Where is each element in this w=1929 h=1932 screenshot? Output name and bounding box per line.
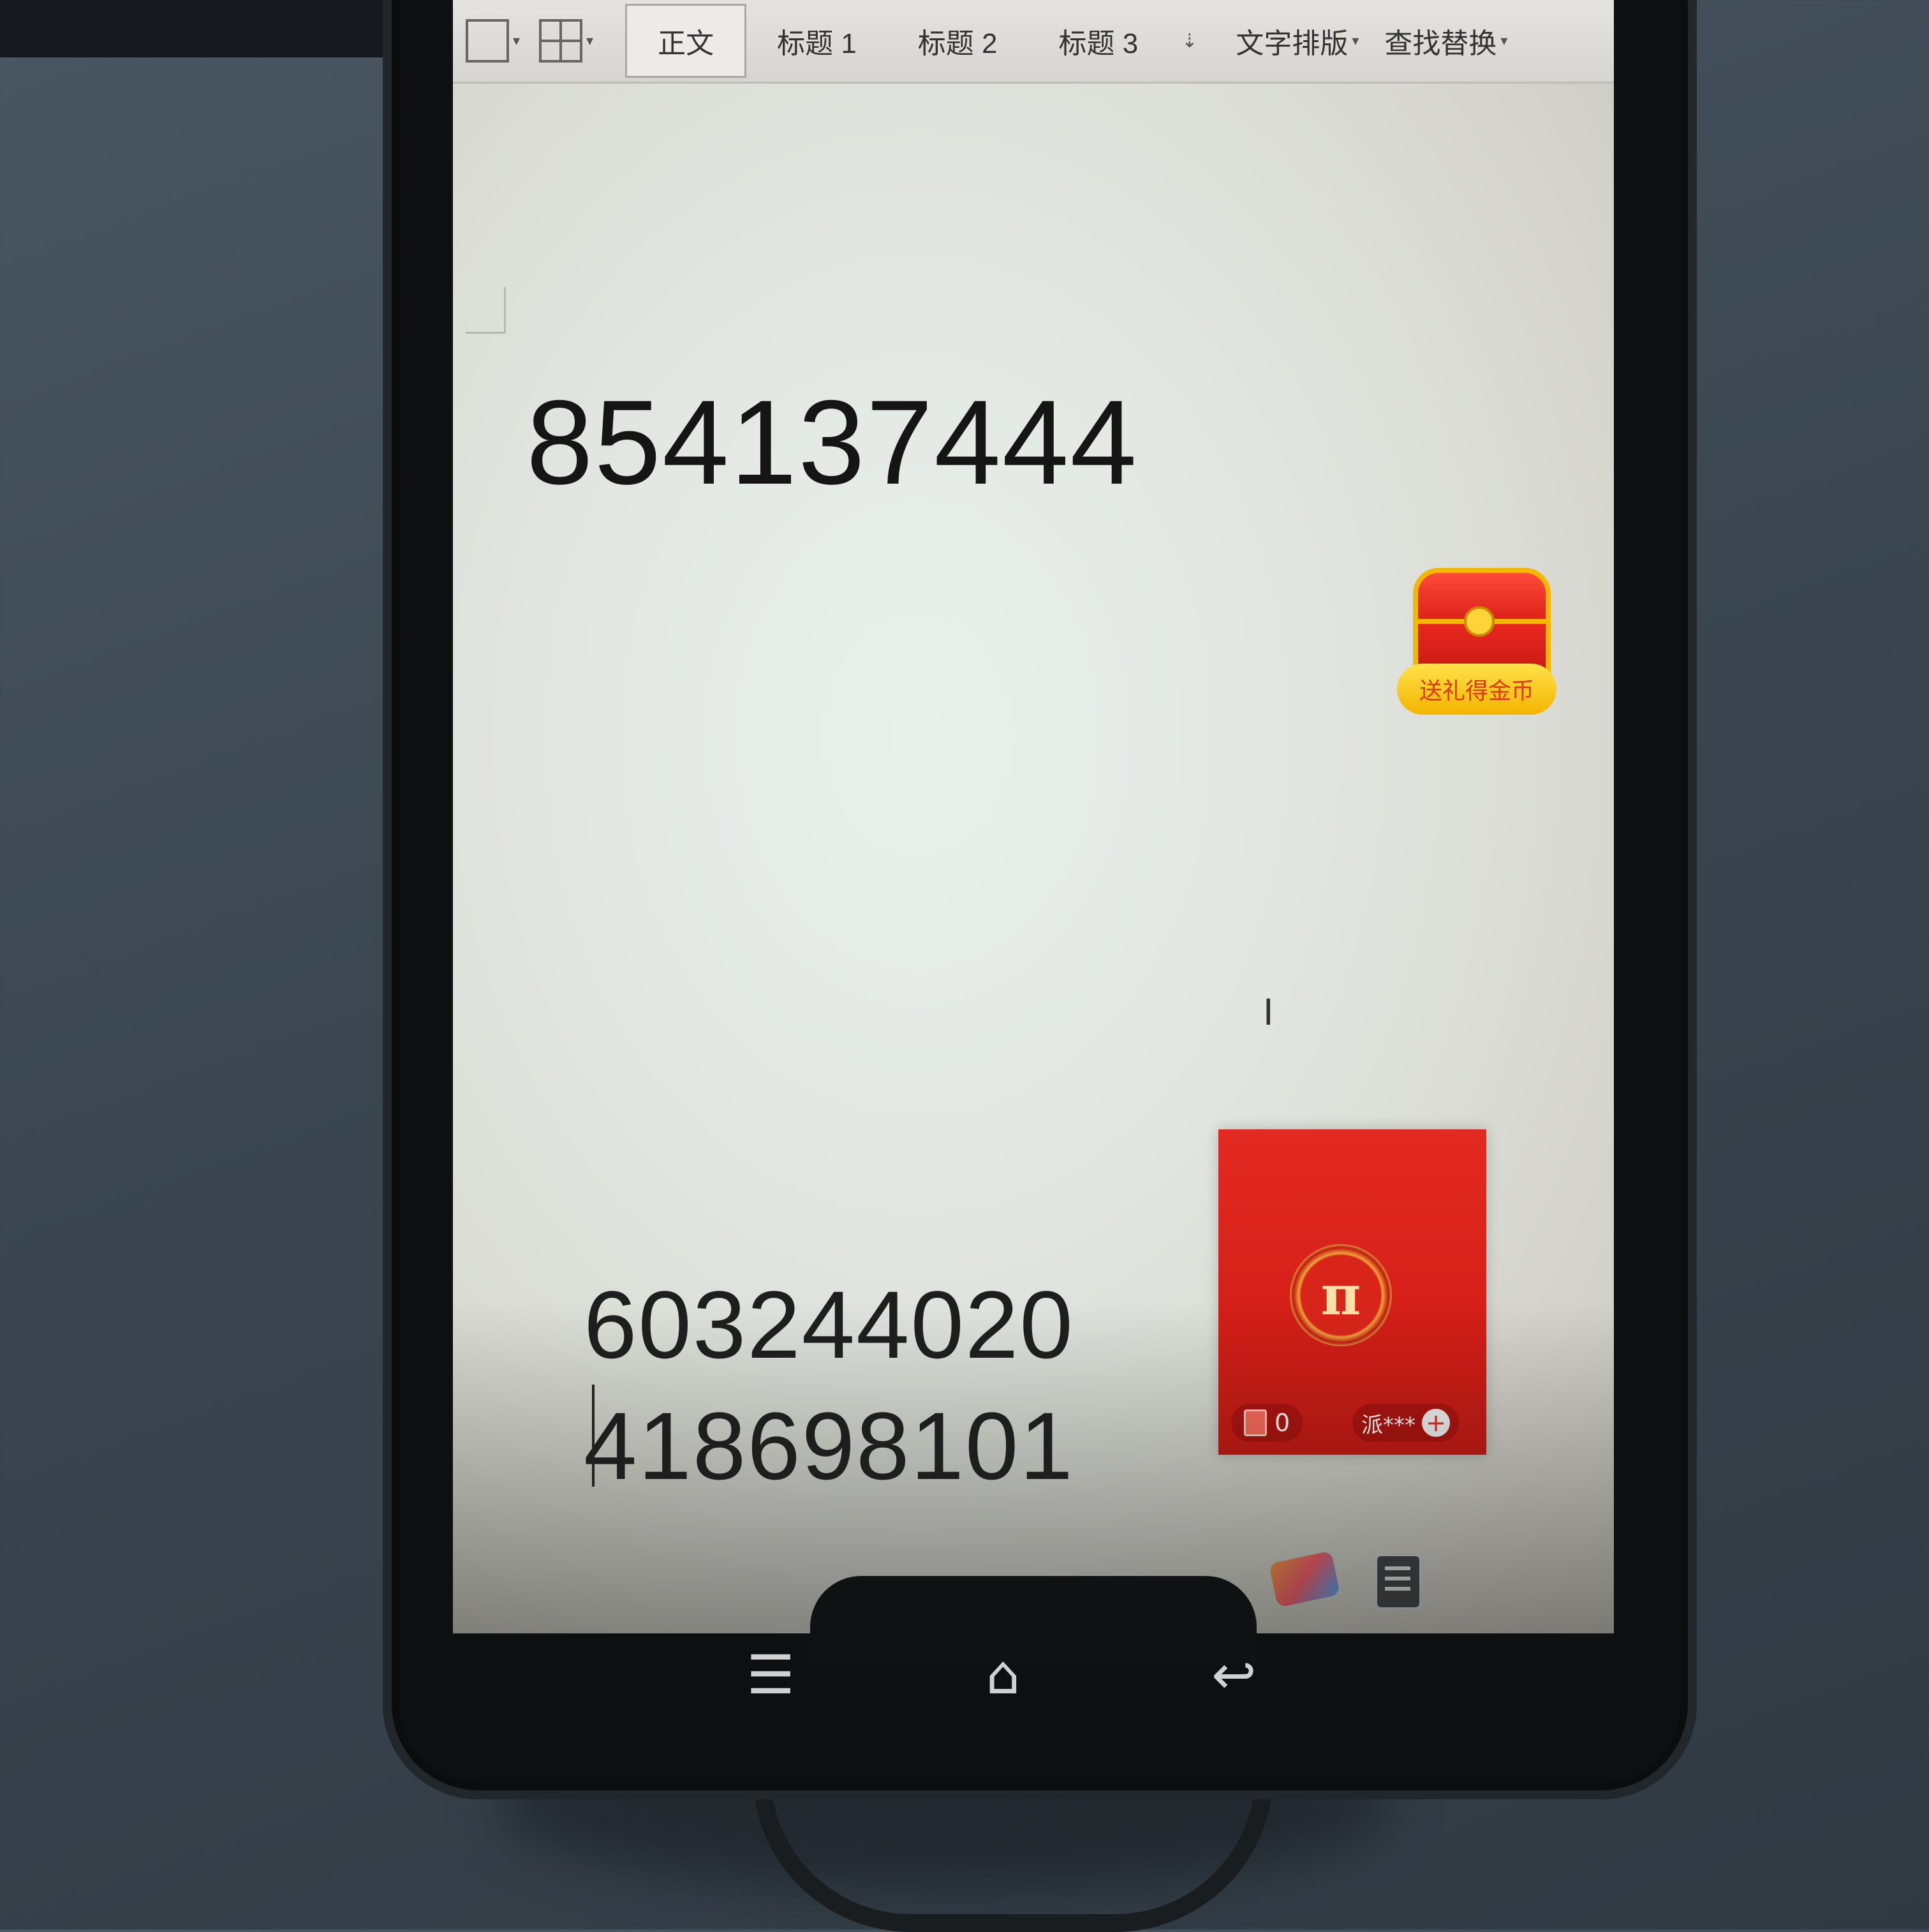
text-cursor <box>592 1385 595 1487</box>
home-icon[interactable]: ⌂ <box>986 1648 1020 1702</box>
live-stream-card[interactable]: π 0 派*** + <box>1218 1129 1486 1455</box>
chevron-down-icon: ▾ <box>1500 33 1508 48</box>
ticket-icon[interactable] <box>1268 1550 1341 1608</box>
pi-coin-icon: π <box>1290 1244 1392 1346</box>
format-painter-icon[interactable] <box>466 19 509 63</box>
phone-screen: ▾ ▾ 正文 标题 1 标题 2 标题 3 ⇣ 文字排版 ▾ 查找替换 ▾ 85… <box>453 0 1614 1633</box>
style-heading-3[interactable]: 标题 3 <box>1028 6 1169 76</box>
chevron-down-icon[interactable]: ▾ <box>586 33 593 49</box>
gift-counter[interactable]: 0 <box>1231 1404 1303 1442</box>
style-heading-1[interactable]: 标题 1 <box>746 6 887 76</box>
style-body-text[interactable]: 正文 <box>625 4 747 78</box>
menu-icon[interactable]: ☰ <box>746 1648 794 1702</box>
gift-count-value: 0 <box>1275 1409 1290 1437</box>
back-icon[interactable]: ↩ <box>1211 1648 1256 1702</box>
android-nav-bar: ☰ ⌂ ↩ <box>504 1633 1499 1716</box>
document-line-2[interactable]: 603244020 <box>584 1270 1074 1380</box>
gift-icon <box>1244 1409 1267 1436</box>
find-replace-menu[interactable]: 查找替换 <box>1384 20 1497 61</box>
host-badge[interactable]: 派*** + <box>1352 1404 1459 1442</box>
host-name: 派*** <box>1361 1412 1415 1438</box>
document-line-3[interactable]: 418698101 <box>584 1391 1074 1501</box>
gift-chest-widget[interactable]: 送礼得金币 <box>1397 568 1556 721</box>
background-monitor-edge <box>0 0 395 57</box>
page-margin-corner <box>466 287 506 334</box>
follow-plus-icon[interactable]: + <box>1422 1409 1450 1437</box>
table-icon[interactable] <box>539 19 583 63</box>
chest-lock-icon <box>1464 606 1495 637</box>
styles-more-icon[interactable]: ⇣ <box>1181 30 1197 52</box>
style-heading-2[interactable]: 标题 2 <box>887 6 1028 76</box>
editor-toolbar: ▾ ▾ 正文 标题 1 标题 2 标题 3 ⇣ 文字排版 ▾ 查找替换 ▾ <box>453 0 1614 84</box>
chest-label: 送礼得金币 <box>1397 664 1556 715</box>
chevron-down-icon[interactable]: ▾ <box>513 33 520 49</box>
chevron-down-icon: ▾ <box>1352 33 1359 48</box>
notes-share-icon[interactable] <box>1375 1554 1422 1610</box>
text-layout-menu[interactable]: 文字排版 <box>1236 20 1348 61</box>
document-line-1[interactable]: 854137444 <box>526 373 1138 511</box>
i-beam-cursor-icon: I <box>1263 992 1274 1034</box>
